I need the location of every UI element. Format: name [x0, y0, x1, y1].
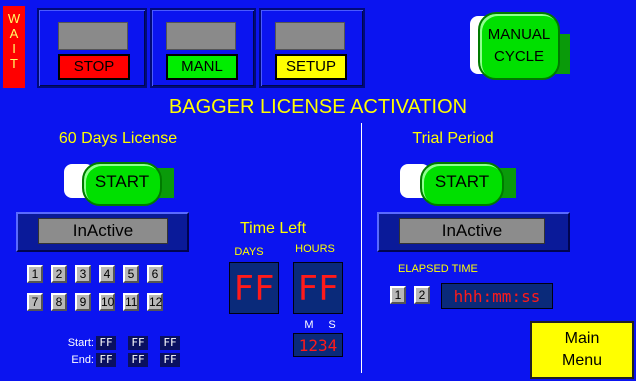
stop-status-lamp — [58, 22, 128, 50]
license-heading: 60 Days License — [58, 130, 178, 147]
section-divider — [361, 123, 362, 373]
hours-value: FF — [297, 269, 339, 309]
ms-display: 1234 — [293, 333, 343, 357]
hmi-screen: W A I T STOP MANL SETUP MANUAL CYCLE BAG… — [0, 0, 636, 381]
start-value-1: FF — [96, 336, 116, 350]
wait-letter: A — [9, 26, 19, 41]
manual-cycle-button[interactable]: MANUAL CYCLE — [470, 8, 580, 84]
trial-button-1[interactable]: 1 — [390, 286, 406, 304]
seconds-label: S — [328, 319, 336, 331]
main-menu-line1: Main — [564, 330, 600, 347]
page-title: BAGGER LICENSE ACTIVATION — [168, 96, 468, 118]
month-button-6[interactable]: 6 — [147, 265, 163, 283]
month-button-10[interactable]: 10 — [99, 293, 115, 311]
hours-display: FF — [293, 262, 343, 314]
time-left-heading: Time Left — [239, 220, 307, 237]
main-menu-button[interactable]: Main Menu — [530, 321, 634, 379]
trial-button-2[interactable]: 2 — [414, 286, 430, 304]
month-button-4[interactable]: 4 — [99, 265, 115, 283]
month-button-9[interactable]: 9 — [75, 293, 91, 311]
month-button-8[interactable]: 8 — [51, 293, 67, 311]
end-value-2: FF — [128, 353, 148, 367]
manl-button[interactable]: MANL — [166, 54, 238, 80]
start-value-3: FF — [160, 336, 180, 350]
license-status-bar: InActive — [16, 212, 189, 252]
setup-mode-panel: SETUP — [259, 8, 365, 88]
start-value-2: FF — [128, 336, 148, 350]
trial-status-bar: InActive — [377, 212, 570, 252]
manual-cycle-line2: CYCLE — [493, 48, 545, 65]
wait-letter: T — [10, 56, 18, 71]
start-row-label: Start: — [67, 337, 94, 349]
wait-letter: I — [12, 41, 16, 56]
days-label: DAYS — [234, 246, 264, 258]
end-row-label: End: — [71, 354, 94, 366]
ms-value: 1234 — [298, 336, 338, 355]
stop-mode-panel: STOP — [37, 8, 147, 88]
month-button-7[interactable]: 7 — [27, 293, 43, 311]
elapsed-time-display: hhh:mm:ss — [441, 283, 553, 309]
wait-letter: W — [7, 11, 21, 26]
trial-status: InActive — [399, 218, 545, 244]
end-value-1: FF — [96, 353, 116, 367]
elapsed-time-label: ELAPSED TIME — [398, 263, 478, 275]
main-menu-line2: Menu — [561, 352, 603, 369]
month-button-2[interactable]: 2 — [51, 265, 67, 283]
stop-button[interactable]: STOP — [58, 54, 130, 80]
days-display: FF — [229, 262, 279, 314]
trial-heading: Trial Period — [412, 130, 494, 147]
month-button-11[interactable]: 11 — [123, 293, 139, 311]
month-button-12[interactable]: 12 — [147, 293, 163, 311]
month-button-1[interactable]: 1 — [27, 265, 43, 283]
manual-cycle-line1: MANUAL — [487, 26, 551, 43]
month-button-3[interactable]: 3 — [75, 265, 91, 283]
elapsed-time-value: hhh:mm:ss — [453, 287, 541, 306]
license-start-label: START — [82, 162, 162, 206]
manual-cycle-label: MANUAL CYCLE — [478, 12, 560, 80]
license-start-button[interactable]: START — [64, 158, 176, 206]
minutes-label: M — [304, 319, 314, 331]
manl-status-lamp — [166, 22, 236, 50]
hours-label: HOURS — [295, 243, 335, 255]
end-value-3: FF — [160, 353, 180, 367]
month-button-5[interactable]: 5 — [123, 265, 139, 283]
trial-start-label: START — [420, 162, 504, 206]
setup-status-lamp — [275, 22, 345, 50]
days-value: FF — [233, 269, 275, 309]
trial-start-button[interactable]: START — [400, 158, 518, 206]
manl-mode-panel: MANL — [150, 8, 256, 88]
setup-button[interactable]: SETUP — [275, 54, 347, 80]
license-status: InActive — [38, 218, 168, 244]
wait-indicator: W A I T — [3, 6, 25, 88]
